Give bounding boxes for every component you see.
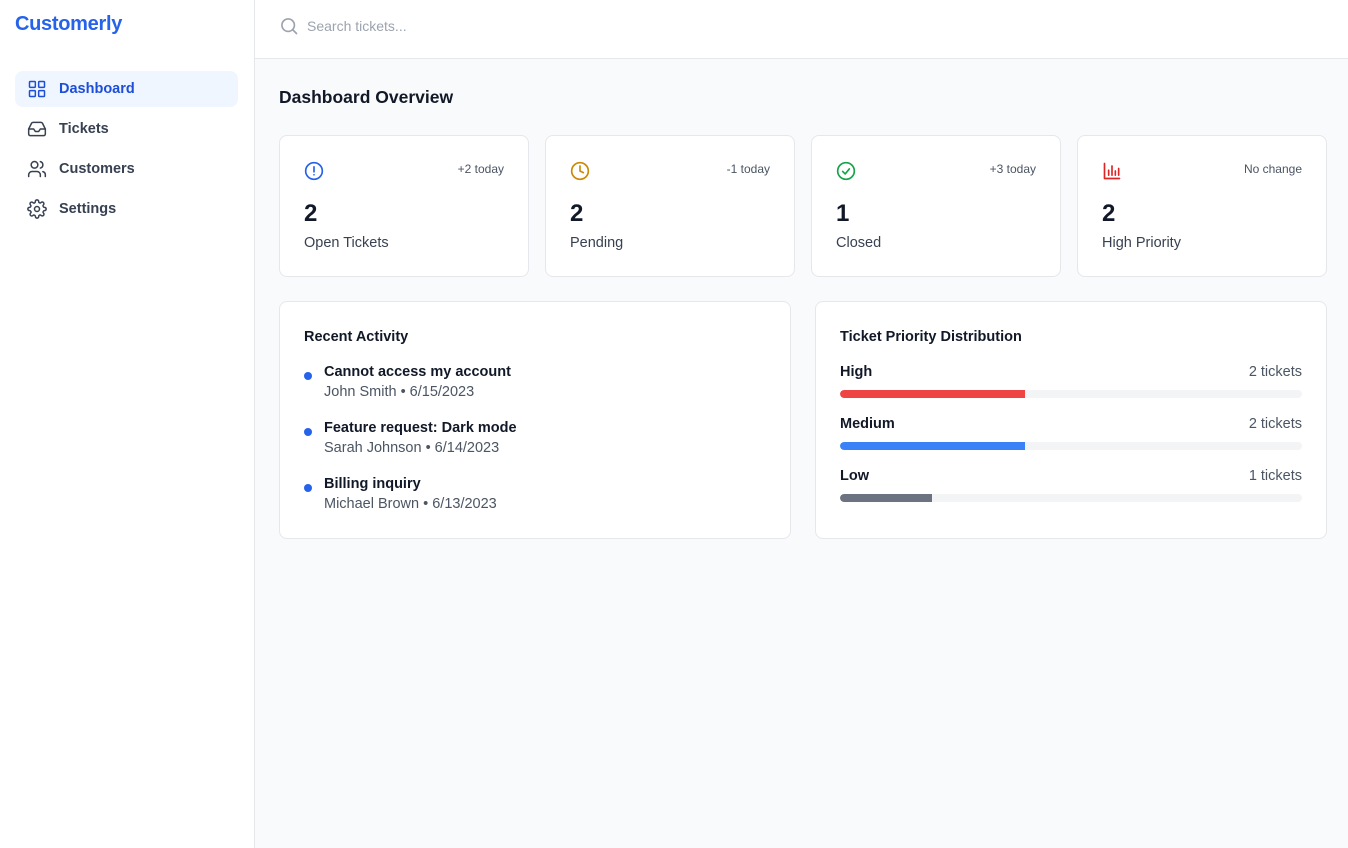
- priority-label: Medium: [840, 416, 895, 432]
- priority-row-high: High 2 tickets: [840, 364, 1302, 404]
- sidebar-item-label: Settings: [59, 201, 117, 217]
- activity-meta: Michael Brown • 6/13/2023: [324, 496, 497, 512]
- priority-row-medium: Medium 2 tickets: [840, 416, 1302, 456]
- panel-title: Recent Activity: [304, 329, 409, 345]
- stat-card-pending: -1 today 2 Pending: [545, 135, 795, 277]
- search-icon: [279, 16, 299, 36]
- activity-dot: [304, 484, 312, 492]
- stat-value: 2: [570, 200, 584, 227]
- stat-value: 2: [304, 200, 318, 227]
- check-circle-icon: [836, 161, 856, 181]
- search-box: [279, 16, 807, 36]
- stat-change: -1 today: [726, 162, 770, 176]
- app-logo[interactable]: Customerly: [15, 13, 122, 36]
- sidebar-nav: Dashboard Tickets Customers Settings: [15, 71, 238, 231]
- priority-distribution-panel: Ticket Priority Distribution High 2 tick…: [815, 301, 1327, 539]
- bar-chart-icon: [1102, 161, 1122, 181]
- panel-title: Ticket Priority Distribution: [840, 329, 1022, 345]
- stat-change: No change: [1243, 162, 1302, 176]
- priority-count: 2 tickets: [1248, 416, 1302, 432]
- stat-label: High Priority: [1102, 235, 1181, 251]
- sidebar-item-dashboard[interactable]: Dashboard: [15, 71, 238, 107]
- search-input[interactable]: [307, 18, 807, 34]
- activity-title: Cannot access my account: [324, 364, 511, 380]
- top-bar: [255, 0, 1348, 59]
- grid-icon: [27, 79, 47, 99]
- priority-row-low: Low 1 tickets: [840, 468, 1302, 508]
- activity-meta: John Smith • 6/15/2023: [324, 384, 475, 400]
- stat-card-open-tickets: +2 today 2 Open Tickets: [279, 135, 529, 277]
- activity-dot: [304, 428, 312, 436]
- priority-bar-fill: [840, 390, 1025, 398]
- activity-title: Billing inquiry: [324, 476, 421, 492]
- priority-bar-fill: [840, 494, 933, 502]
- priority-count: 1 tickets: [1248, 468, 1302, 484]
- stat-value: 2: [1102, 200, 1116, 227]
- priority-bar-track: [840, 442, 1302, 450]
- stat-card-high-priority: No change 2 High Priority: [1077, 135, 1327, 277]
- stat-label: Closed: [836, 235, 882, 251]
- recent-activity-panel: Recent Activity Cannot access my account…: [279, 301, 791, 539]
- stat-label: Open Tickets: [304, 235, 389, 251]
- sidebar-item-settings[interactable]: Settings: [15, 191, 238, 227]
- sidebar-item-label: Customers: [59, 161, 135, 177]
- stat-card-closed: +3 today 1 Closed: [811, 135, 1061, 277]
- stat-change: +2 today: [457, 162, 504, 176]
- priority-bar-track: [840, 390, 1302, 398]
- alert-circle-icon: [304, 161, 324, 181]
- priority-label: Low: [840, 468, 869, 484]
- activity-meta: Sarah Johnson • 6/14/2023: [324, 440, 500, 456]
- activity-title: Feature request: Dark mode: [324, 420, 517, 436]
- users-icon: [27, 159, 47, 179]
- page-title: Dashboard Overview: [279, 87, 454, 107]
- sidebar-item-label: Tickets: [59, 121, 109, 137]
- sidebar-item-tickets[interactable]: Tickets: [15, 111, 238, 147]
- sidebar-item-customers[interactable]: Customers: [15, 151, 238, 187]
- clock-icon: [570, 161, 590, 181]
- stat-change: +3 today: [989, 162, 1036, 176]
- sidebar: Customerly Dashboard Tickets Customers S…: [0, 0, 255, 848]
- priority-bar-fill: [840, 442, 1025, 450]
- stat-label: Pending: [570, 235, 624, 251]
- stat-value: 1: [836, 200, 850, 227]
- gear-icon: [27, 199, 47, 219]
- priority-bar-track: [840, 494, 1302, 502]
- sidebar-item-label: Dashboard: [59, 81, 135, 97]
- activity-dot: [304, 372, 312, 380]
- priority-count: 2 tickets: [1248, 364, 1302, 380]
- priority-label: High: [840, 364, 873, 380]
- inbox-icon: [27, 119, 47, 139]
